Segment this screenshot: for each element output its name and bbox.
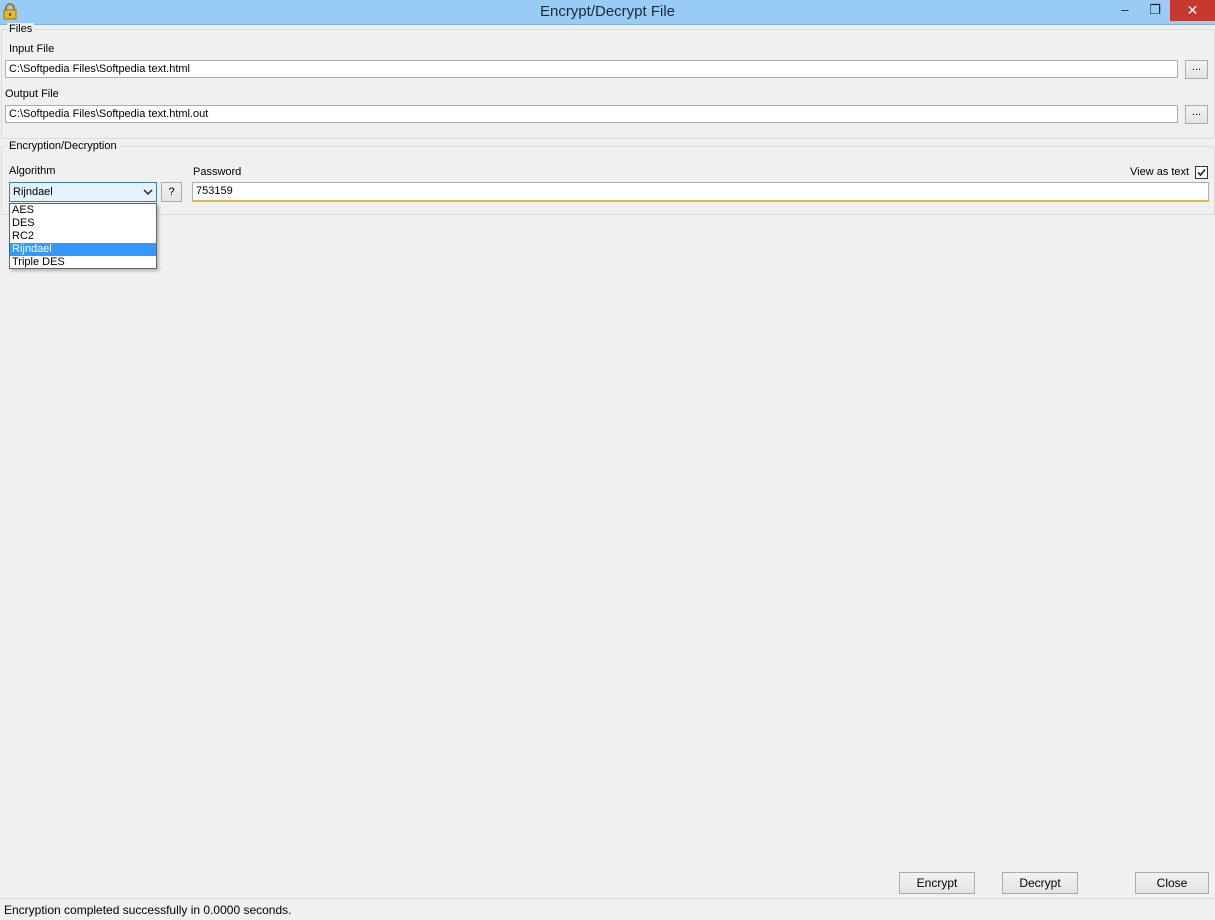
algorithm-selected-value: Rijndael [13,186,53,198]
decrypt-button[interactable]: Decrypt [1002,872,1078,894]
algorithm-option-aes[interactable]: AES [10,204,156,217]
algorithm-help-button[interactable]: ? [161,182,182,202]
password-field[interactable]: 753159 [192,182,1209,202]
input-file-label: Input File [9,43,55,55]
files-group-label: Files [7,23,35,35]
status-message: Encryption completed successfully in 0.0… [4,903,292,917]
checkmark-icon [1197,168,1206,177]
input-file-field[interactable]: C:\Softpedia Files\Softpedia text.html [5,60,1178,78]
algorithm-option-rijndael[interactable]: Rijndael [10,243,156,256]
password-label: Password [193,166,242,178]
algorithm-label: Algorithm [9,165,56,177]
view-as-text-checkbox[interactable] [1195,166,1208,179]
encryption-group [1,146,1215,215]
algorithm-select[interactable]: Rijndael [9,182,157,202]
algorithm-option-des[interactable]: DES [10,217,156,230]
output-file-field[interactable]: C:\Softpedia Files\Softpedia text.html.o… [5,105,1178,123]
view-as-text-label: View as text [1130,166,1190,178]
window-title: Encrypt/Decrypt File [539,3,676,20]
output-browse-button[interactable]: ... [1185,105,1208,124]
close-window-button[interactable]: ✕ [1170,0,1215,21]
output-file-label: Output File [5,88,59,100]
encryption-group-label: Encryption/Decryption [7,140,119,152]
minimize-button[interactable]: – [1110,0,1140,21]
algorithm-dropdown-list: AES DES RC2 Rijndael Triple DES [9,203,157,269]
title-bar: Encrypt/Decrypt File – ❐ ✕ [0,0,1215,25]
algorithm-option-rc2[interactable]: RC2 [10,230,156,243]
chevron-down-icon [143,189,153,196]
algorithm-option-triple-des[interactable]: Triple DES [10,256,156,269]
restore-button[interactable]: ❐ [1140,0,1170,21]
status-bar: Encryption completed successfully in 0.0… [0,898,1215,920]
close-button[interactable]: Close [1135,872,1209,894]
encrypt-button[interactable]: Encrypt [899,872,975,894]
input-browse-button[interactable]: ... [1185,60,1208,79]
